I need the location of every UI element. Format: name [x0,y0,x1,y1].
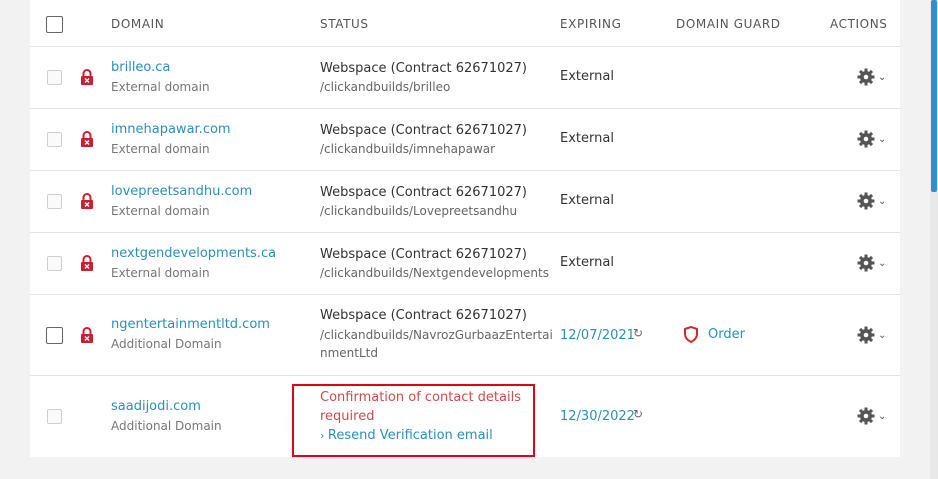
chevron-down-icon[interactable]: ⌄ [878,72,886,83]
table-row: nextgendevelopments.ca External domain W… [30,233,900,295]
expiring-value: External [560,69,614,84]
lock-icon [81,193,93,209]
row-checkbox[interactable] [47,132,62,147]
domain-type: External domain [111,80,210,94]
status-contract: Webspace (Contract 62671027) [320,61,527,76]
status-path: /clickandbuilds/NavrozGurbaazEntertai [320,328,553,342]
chevron-down-icon[interactable]: ⌄ [878,134,886,145]
status-contract: Webspace (Contract 62671027) [320,308,527,323]
chevron-down-icon[interactable]: ⌄ [878,258,886,269]
row-checkbox[interactable] [47,194,62,209]
status-contract: Webspace (Contract 62671027) [320,247,527,262]
gear-icon[interactable] [856,129,876,149]
status-path: /clickandbuilds/brilleo [320,80,451,94]
refresh-icon[interactable]: ↻ [633,407,643,421]
lock-icon [81,131,93,147]
expiring-value: External [560,255,614,270]
header-domain-guard: DOMAIN GUARD [676,17,781,31]
gear-icon[interactable] [856,325,876,345]
gear-icon[interactable] [856,191,876,211]
status-path-continued: nmentLtd [320,346,378,360]
domain-link[interactable]: imnehapawar.com [111,122,231,137]
expiring-value: External [560,131,614,146]
table-row: imnehapawar.com External domain Webspace… [30,109,900,171]
gear-icon[interactable] [856,67,876,87]
table-header: DOMAIN STATUS EXPIRING DOMAIN GUARD ACTI… [30,0,900,47]
row-checkbox[interactable] [47,70,62,85]
expiring-date-link[interactable]: 12/30/2022 [560,409,635,424]
lock-icon [81,255,93,271]
domain-type: Additional Domain [111,419,222,433]
expiring-value: External [560,193,614,208]
header-domain[interactable]: DOMAIN [111,17,164,31]
gear-icon[interactable] [856,253,876,273]
status-contract: Webspace (Contract 62671027) [320,123,527,138]
row-checkbox[interactable] [47,256,62,271]
domain-type: Additional Domain [111,337,222,351]
chevron-down-icon[interactable]: ⌄ [878,196,886,207]
domain-link[interactable]: lovepreetsandhu.com [111,184,252,199]
lock-icon [81,327,93,343]
domain-table: DOMAIN STATUS EXPIRING DOMAIN GUARD ACTI… [30,0,900,457]
domain-type: External domain [111,204,210,218]
table-row: lovepreetsandhu.com External domain Webs… [30,171,900,233]
row-checkbox[interactable] [46,327,63,344]
domain-type: External domain [111,266,210,280]
header-status[interactable]: STATUS [320,17,369,31]
refresh-icon[interactable]: ↻ [633,326,643,340]
domain-guard-order-link[interactable]: Order [708,327,745,342]
domain-type: External domain [111,142,210,156]
status-contract: Webspace (Contract 62671027) [320,185,527,200]
status-path: /clickandbuilds/Nextgendevelopments [320,266,549,280]
highlight-box [292,384,535,457]
expiring-date-link[interactable]: 12/07/2021 [560,328,635,343]
page-scrollbar[interactable] [930,0,938,479]
domain-link[interactable]: nextgendevelopments.ca [111,246,276,261]
gear-icon[interactable] [856,406,876,426]
chevron-down-icon[interactable]: ⌄ [878,411,886,422]
domain-link[interactable]: saadijodi.com [111,399,201,414]
domain-link[interactable]: brilleo.ca [111,60,170,75]
lock-icon [81,69,93,85]
domain-link[interactable]: ngentertainmentltd.com [111,317,270,332]
row-checkbox[interactable] [47,409,62,424]
status-path: /clickandbuilds/Lovepreetsandhu [320,204,518,218]
table-row: brilleo.ca External domain Webspace (Con… [30,47,900,109]
status-path: /clickandbuilds/imnehapawar [320,142,496,156]
table-row: ngentertainmentltd.com Additional Domain… [30,295,900,376]
select-all-checkbox[interactable] [46,16,63,33]
shield-icon [684,326,698,343]
scrollbar-thumb[interactable] [931,0,937,192]
header-actions: ACTIONS [830,17,888,31]
header-expiring[interactable]: EXPIRING [560,17,622,31]
chevron-down-icon[interactable]: ⌄ [878,330,886,341]
